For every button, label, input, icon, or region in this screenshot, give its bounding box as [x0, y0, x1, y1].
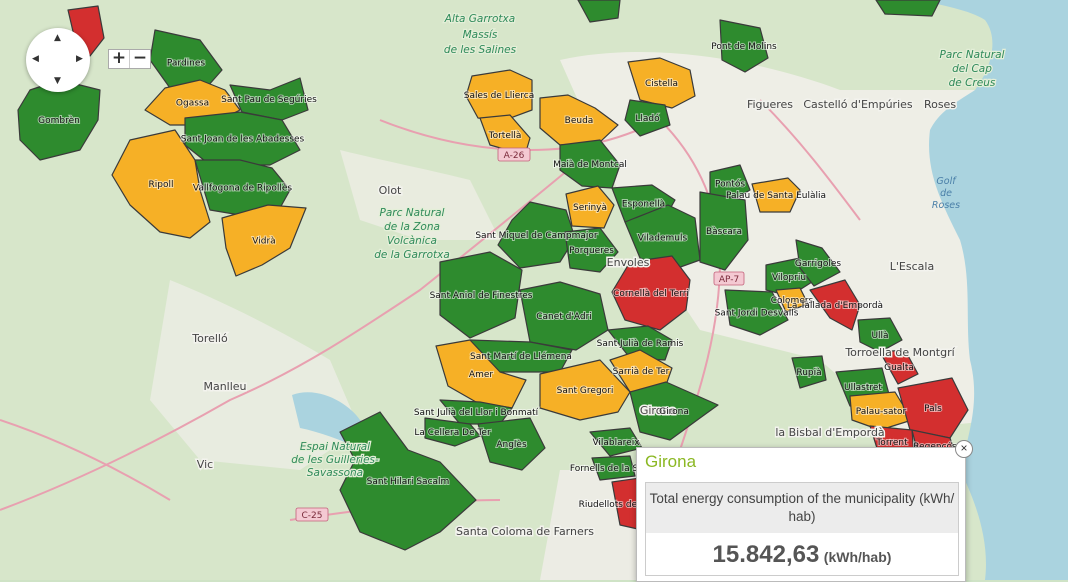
- municipality-label: Gombrèn: [38, 115, 80, 126]
- municipality-label: La Cellera De Ter: [414, 428, 491, 438]
- pan-right-icon[interactable]: ▶: [76, 55, 83, 64]
- info-popup: Girona × Total energy consumption of the…: [636, 440, 973, 582]
- label-parc-cap-1: Parc Natural: [940, 49, 1005, 61]
- label-alta-garrotxa: Alta Garrotxa: [444, 13, 515, 25]
- municipality-label: Tortellà: [488, 131, 522, 141]
- municipality-label: Maià de Montcal: [553, 160, 627, 170]
- place-vic: Vic: [197, 458, 213, 471]
- municipality-label: Esponellà: [622, 200, 665, 210]
- popup-metric-label: Total energy consumption of the municipa…: [646, 483, 958, 533]
- label-guilleries-1: Espai Natural: [300, 441, 370, 453]
- municipality-label: Vallfogona de Ripollès: [193, 183, 293, 194]
- label-golf-3: Roses: [932, 200, 960, 211]
- municipality-label: La Tallada d'Empordà: [787, 301, 883, 311]
- municipality-label: Sant Hilari Sacalm: [367, 477, 450, 487]
- label-zona-3: Volcànica: [387, 235, 437, 247]
- label-golf-1: Golf: [936, 176, 957, 187]
- pan-left-icon[interactable]: ◀: [32, 55, 39, 64]
- municipality-label: Anglès: [496, 439, 527, 450]
- municipality-fragment-top2: [875, 0, 941, 17]
- label-guilleries-2: de les Guilleries-: [291, 454, 379, 466]
- zoom-control: + −: [108, 49, 151, 69]
- municipality-label: Vilablareix: [592, 438, 640, 448]
- municipality-label: Vilademuls: [638, 234, 688, 244]
- municipality-label: Palau de Santa Eulàlia: [726, 191, 826, 201]
- close-icon[interactable]: ×: [955, 440, 973, 458]
- municipality-label: Sarrià de Ter: [613, 367, 670, 377]
- municipality-label: Porqueres: [569, 246, 614, 256]
- place-bisbal: la Bisbal d'Empordà: [775, 426, 884, 439]
- place-castello: Castelló d'Empúries: [803, 98, 913, 111]
- place-roses: Roses: [924, 98, 956, 111]
- municipality-label: Serinyà: [573, 203, 607, 213]
- municipality-label: Lladó: [635, 113, 660, 124]
- place-figueres: Figueres: [747, 98, 793, 111]
- municipality-label: Palau-sator: [856, 407, 907, 417]
- municipality-label: Sant Miquel de Campmajor: [475, 231, 598, 241]
- label-salines: de les Salines: [444, 44, 517, 56]
- municipality-label: Ogassa: [176, 99, 209, 109]
- popup-title: Girona: [645, 452, 697, 471]
- municipality-label: Pontós: [715, 179, 745, 190]
- pan-control[interactable]: ▲ ▼ ◀ ▶: [26, 28, 90, 92]
- place-torroella: Torroella de Montgrí: [844, 346, 955, 359]
- municipality-label: Vidrà: [252, 237, 275, 247]
- municipality-label: Pals: [924, 404, 942, 414]
- municipality-label: Cistella: [645, 79, 678, 89]
- municipality-label: Cornellà del Terri: [613, 289, 689, 299]
- popup-value-row: 15.842,63 (kWh/hab): [646, 533, 958, 569]
- label-parc-cap-3: de Creus: [949, 77, 996, 89]
- zoom-out-button[interactable]: −: [129, 50, 150, 68]
- municipality-label: Garrigoles: [795, 259, 841, 269]
- municipality-label: Sant Julià de Ramis: [597, 339, 684, 349]
- municipality-label: Sant Aniol de Finestres: [430, 291, 533, 301]
- label-zona-4: de la Garrotxa: [374, 249, 450, 261]
- municipality-label: Sales de Llierca: [464, 91, 534, 101]
- municipality-label: Amer: [469, 370, 493, 380]
- municipality-label: Ripoll: [149, 180, 174, 190]
- municipality-label: Vilopriu: [772, 273, 806, 283]
- municipality-label: Sant Pau de Segúries: [221, 95, 317, 105]
- municipality-label: Canet d'Adri: [536, 312, 592, 322]
- label-guilleries-3: Savassona: [307, 467, 363, 479]
- municipality-label: Girona: [659, 407, 689, 417]
- municipality-label: Pardines: [167, 59, 206, 69]
- place-envoles: Envoles: [607, 256, 650, 269]
- municipality-label: Ullastret: [844, 383, 882, 393]
- municipality-label: Gualta: [884, 363, 914, 373]
- zoom-in-button[interactable]: +: [109, 50, 129, 68]
- popup-unit: (kWh/hab): [823, 549, 892, 565]
- place-lescala: L'Escala: [890, 260, 934, 273]
- municipality-label: Sant Joan de les Abadesses: [181, 135, 305, 145]
- label-massis: Massís: [463, 29, 498, 41]
- place-manlleu: Manlleu: [203, 380, 246, 393]
- label-zona-1: Parc Natural: [380, 207, 445, 219]
- label-zona-2: de la Zona: [384, 221, 440, 233]
- popup-value: 15.842,63: [712, 541, 820, 568]
- road-ap7: AP-7: [719, 275, 739, 285]
- municipality-label: Beuda: [565, 116, 594, 126]
- popup-metric-box: Total energy consumption of the municipa…: [645, 482, 959, 576]
- municipality-label: Sant Gregori: [557, 386, 614, 396]
- road-a26: A-26: [504, 151, 525, 161]
- place-torello: Torelló: [191, 332, 228, 345]
- pan-down-icon[interactable]: ▼: [54, 77, 61, 86]
- municipality-label: Sant Julià del Llor i Bonmatí: [414, 408, 539, 418]
- municipality-label: Bàscara: [706, 227, 742, 237]
- place-santa-coloma: Santa Coloma de Farners: [456, 525, 594, 538]
- municipality-label: Sant Martí de Llémena: [470, 351, 572, 362]
- label-golf-2: de: [940, 188, 952, 199]
- municipality-label: Pont de Molins: [711, 42, 777, 52]
- pan-up-icon[interactable]: ▲: [54, 34, 61, 43]
- place-olot: Olot: [379, 184, 402, 197]
- road-c25: C-25: [302, 511, 323, 521]
- label-parc-cap-2: del Cap: [952, 63, 992, 75]
- municipality-label: Ullà: [871, 331, 888, 341]
- municipality-label: Rupià: [796, 368, 821, 378]
